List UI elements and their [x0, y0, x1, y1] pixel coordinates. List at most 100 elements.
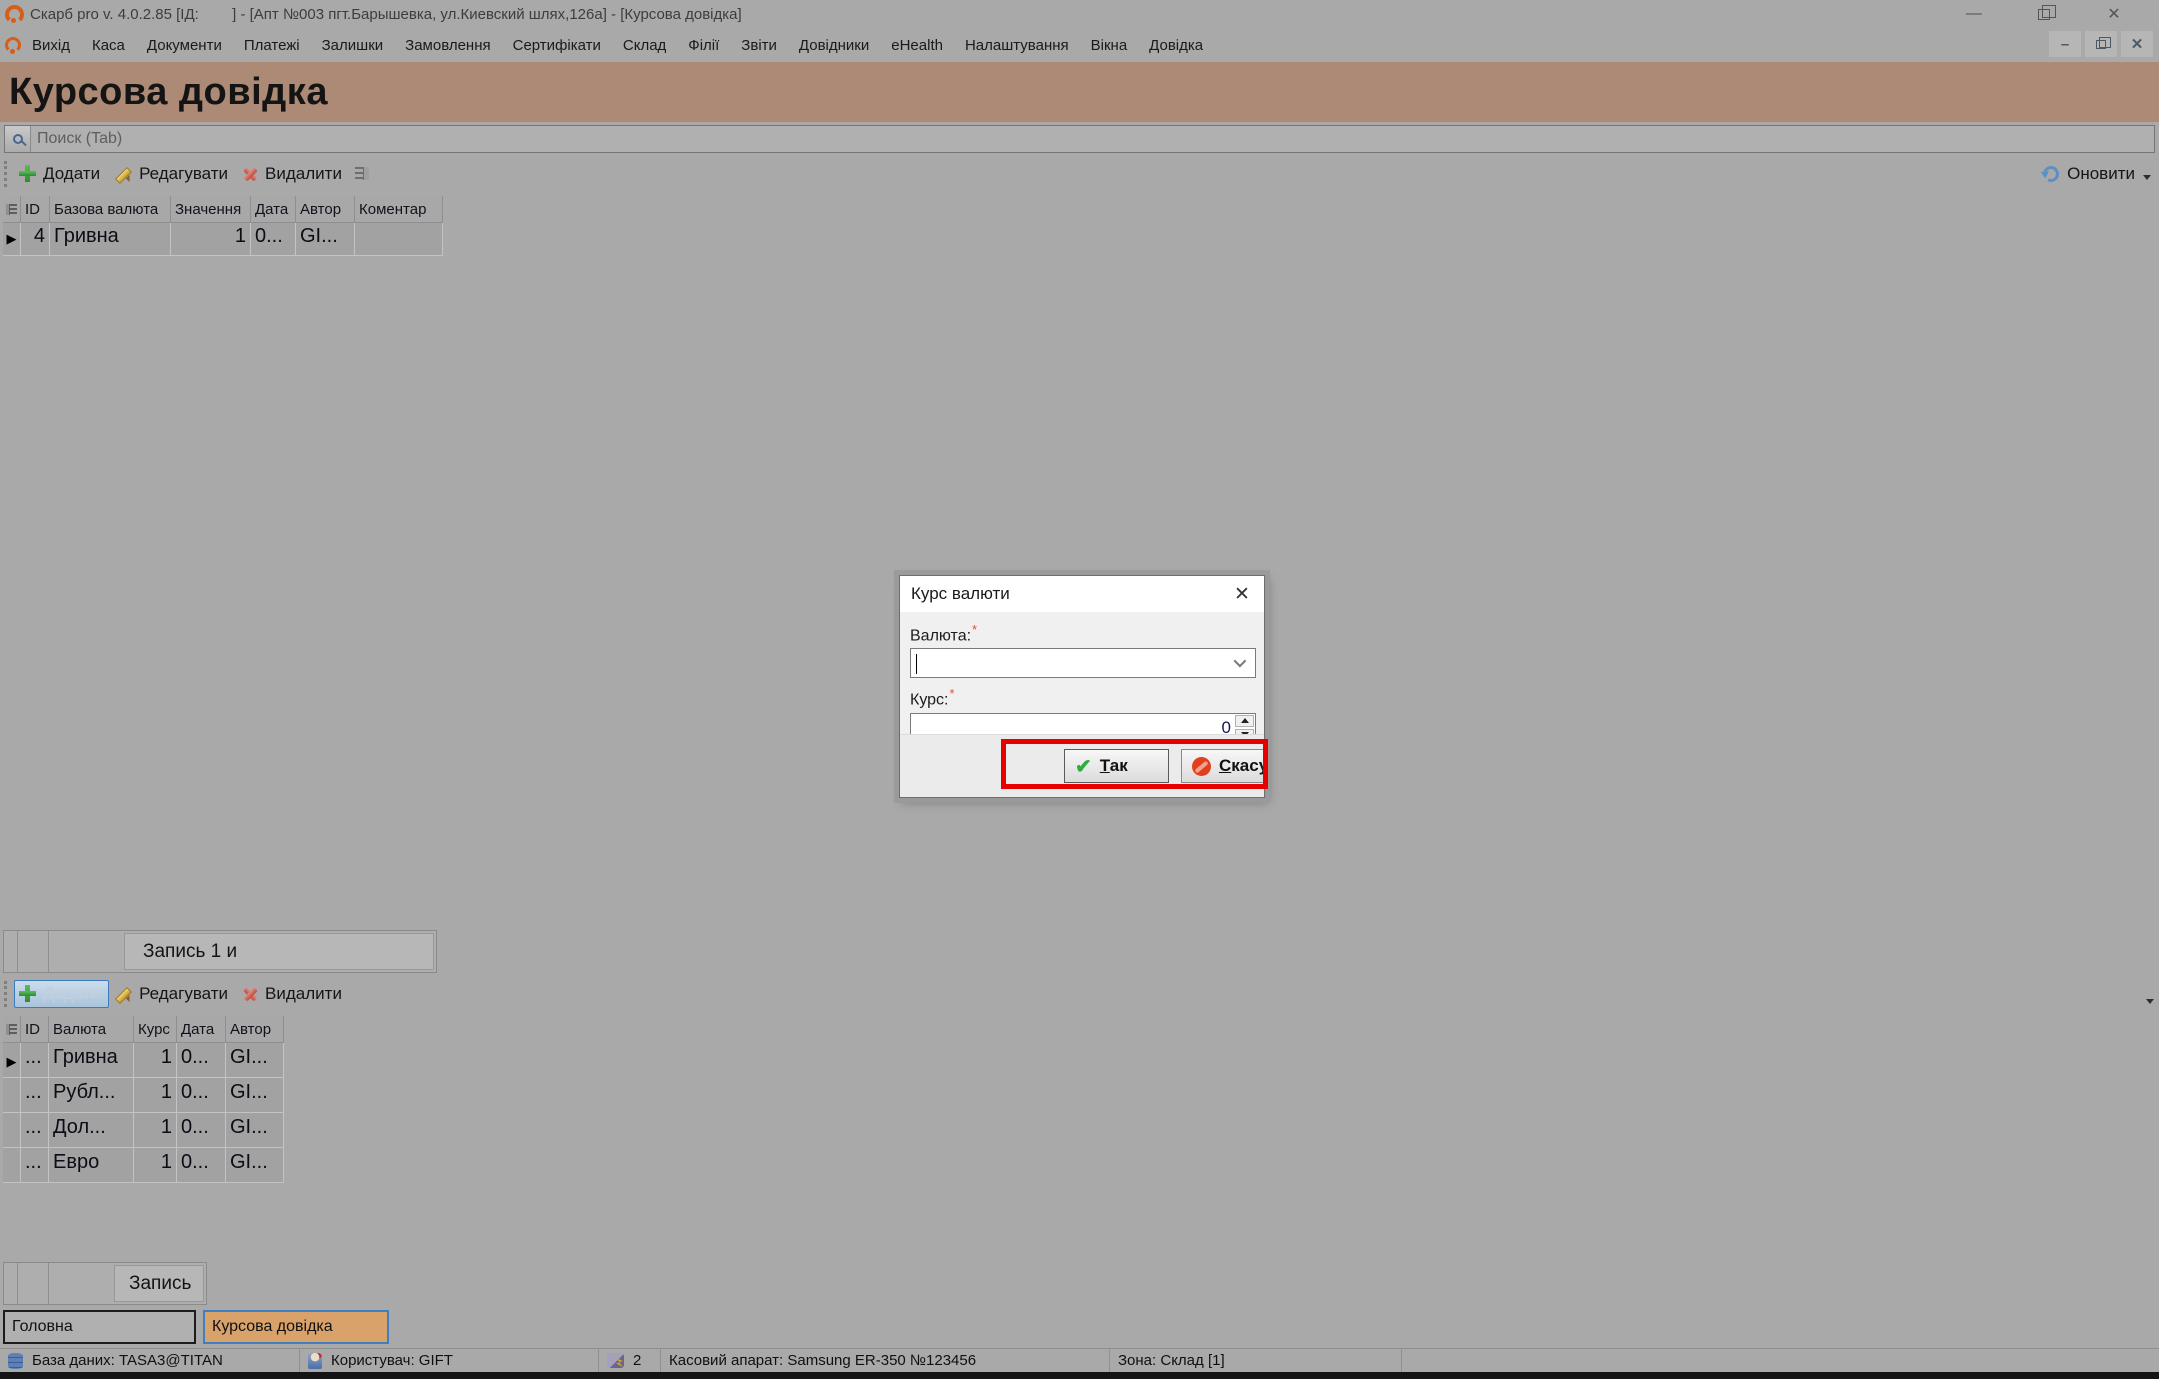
mdi-minimize-button[interactable]: –: [2049, 31, 2081, 57]
column-chooser-icon[interactable]: [355, 167, 369, 180]
row-selector: [3, 1113, 21, 1148]
status-bar: База даних: TASA3@TITANКористувач: GIFT2…: [0, 1348, 2159, 1372]
menu-item-Замовлення[interactable]: Замовлення: [394, 33, 501, 58]
status-segment: Касовий апарат: Samsung ER-350 №123456: [661, 1349, 1110, 1372]
add-button[interactable]: Додати: [14, 980, 109, 1008]
mdi-restore-button[interactable]: [2085, 31, 2117, 57]
menu-item-Сертифікати[interactable]: Сертифікати: [502, 33, 612, 58]
menu-item-Залишки[interactable]: Залишки: [311, 33, 395, 58]
column-header-Автор[interactable]: Автор: [226, 1016, 284, 1043]
toolbar-overflow-arrow[interactable]: [2146, 999, 2154, 1004]
status-segment: Користувач: GIFT: [300, 1349, 599, 1372]
delete-button-label: Видалити: [265, 984, 342, 1004]
search-input[interactable]: Поиск (Tab): [4, 125, 2155, 153]
menu-item-Платежі[interactable]: Платежі: [233, 33, 311, 58]
user-icon: [308, 1353, 322, 1369]
restore-button[interactable]: [2009, 0, 2079, 28]
table-row[interactable]: ...Евро10...GI...: [3, 1148, 284, 1183]
menu-items: ВихідКасаДокументиПлатежіЗалишкиЗамовлен…: [21, 33, 1214, 58]
currency-rate-dialog: Курс валюти ✕ Валюта:* Курс:* 0 ✔ Так: [899, 575, 1265, 798]
pencil-icon: [114, 165, 132, 183]
cell: 4: [21, 223, 50, 256]
menu-item-Документи[interactable]: Документи: [136, 33, 233, 58]
grid-options-icon[interactable]: [3, 1016, 21, 1043]
row-selector: [3, 1148, 21, 1183]
search-icon: [13, 134, 23, 144]
column-header-ID[interactable]: ID: [21, 196, 50, 223]
cancel-button-label: Скасувати: [1219, 756, 1264, 776]
edit-button-label: Редагувати: [139, 984, 228, 1004]
ok-button-label: Так: [1100, 756, 1128, 776]
column-header-Дата[interactable]: Дата: [177, 1016, 226, 1043]
minimize-button[interactable]: —: [1939, 0, 2009, 28]
menu-item-Філії[interactable]: Філії: [677, 33, 730, 58]
edit-button[interactable]: Редагувати: [109, 160, 237, 188]
mdi-close-button[interactable]: ✕: [2121, 31, 2153, 57]
add-button-label: Додати: [43, 164, 100, 184]
menu-bar: ВихідКасаДокументиПлатежіЗалишкиЗамовлен…: [0, 28, 2159, 62]
column-header-Значення[interactable]: Значення: [171, 196, 251, 223]
dialog-close-button[interactable]: ✕: [1230, 582, 1254, 606]
window-controls: — ✕: [1939, 0, 2149, 28]
menu-item-Довідка[interactable]: Довідка: [1138, 33, 1214, 58]
page-header: Курсова довідка: [0, 62, 2159, 122]
column-header-ID[interactable]: ID: [21, 1016, 49, 1043]
column-header-Валюта[interactable]: Валюта: [49, 1016, 134, 1043]
app-logo-icon: [5, 5, 24, 24]
search-icon-box: [5, 126, 31, 152]
cancel-button[interactable]: Скасувати: [1181, 749, 1264, 783]
ok-button[interactable]: ✔ Так: [1064, 749, 1169, 783]
currency-combobox[interactable]: [910, 648, 1256, 678]
currency-grid: IDВалютаКурсДатаАвтор▶...Гривна10...GI..…: [3, 1016, 284, 1183]
bottom-tabs: ГоловнаКурсова довідка: [3, 1310, 389, 1344]
menu-item-Довідники[interactable]: Довідники: [788, 33, 880, 58]
spin-up-button[interactable]: [1235, 715, 1254, 727]
table-row[interactable]: ...Дол...10...GI...: [3, 1113, 284, 1148]
add-button[interactable]: Додати: [14, 160, 109, 188]
menu-item-Каса[interactable]: Каса: [81, 33, 136, 58]
table-row[interactable]: ...Рубл...10...GI...: [3, 1078, 284, 1113]
column-header-Дата[interactable]: Дата: [251, 196, 296, 223]
delete-button[interactable]: Видалити: [237, 980, 351, 1008]
dialog-title-bar[interactable]: Курс валюти: [900, 576, 1264, 612]
menu-item-Вихід[interactable]: Вихід: [21, 33, 81, 58]
cell: 0...: [251, 223, 296, 256]
grid-options-icon[interactable]: [3, 196, 21, 223]
record-navigator-bottom: Запись: [3, 1262, 207, 1305]
menu-item-Склад[interactable]: Склад: [612, 33, 677, 58]
row-selector: ▶: [3, 1043, 21, 1078]
tab-Головна[interactable]: Головна: [3, 1310, 196, 1344]
cell: 1: [134, 1078, 177, 1113]
menu-item-Звіти[interactable]: Звіти: [730, 33, 788, 58]
refresh-button-label: Оновити: [2067, 164, 2135, 184]
row-selector: ▶: [3, 223, 21, 256]
cell: GI...: [226, 1043, 284, 1078]
menu-item-Вікна[interactable]: Вікна: [1080, 33, 1139, 58]
close-button[interactable]: ✕: [2079, 0, 2149, 28]
refresh-icon: [2041, 163, 2062, 184]
refresh-button[interactable]: Оновити: [2043, 155, 2151, 192]
currency-field-label: Валюта:*: [910, 622, 1254, 645]
table-row[interactable]: ▶...Гривна10...GI...: [3, 1043, 284, 1078]
menu-item-Налаштування[interactable]: Налаштування: [954, 33, 1080, 58]
delete-button[interactable]: Видалити: [237, 160, 351, 188]
column-header-Автор[interactable]: Автор: [296, 196, 355, 223]
toolbar-overflow-arrow[interactable]: [2143, 175, 2151, 180]
cell: 0...: [177, 1113, 226, 1148]
bottom-edge: [0, 1372, 2159, 1379]
tab-Курсова довідка[interactable]: Курсова довідка: [203, 1310, 389, 1344]
restore-icon: [2096, 40, 2106, 49]
column-header-Базова валюта[interactable]: Базова валюта: [50, 196, 171, 223]
rate-field-label: Курс:*: [910, 686, 1254, 709]
menu-item-eHealth[interactable]: eHealth: [880, 33, 954, 58]
column-header-Коментар[interactable]: Коментар: [355, 196, 443, 223]
chevron-down-icon[interactable]: [1234, 655, 1247, 668]
plus-icon: [19, 165, 36, 182]
edit-button[interactable]: Редагувати: [109, 980, 237, 1008]
table-row[interactable]: ▶4Гривна10...GI...: [3, 223, 443, 256]
divider: [17, 1263, 18, 1304]
toolbar-grip[interactable]: [4, 161, 8, 187]
column-header-Курс[interactable]: Курс: [134, 1016, 177, 1043]
database-icon: [8, 1353, 23, 1369]
toolbar-grip[interactable]: [4, 981, 8, 1007]
